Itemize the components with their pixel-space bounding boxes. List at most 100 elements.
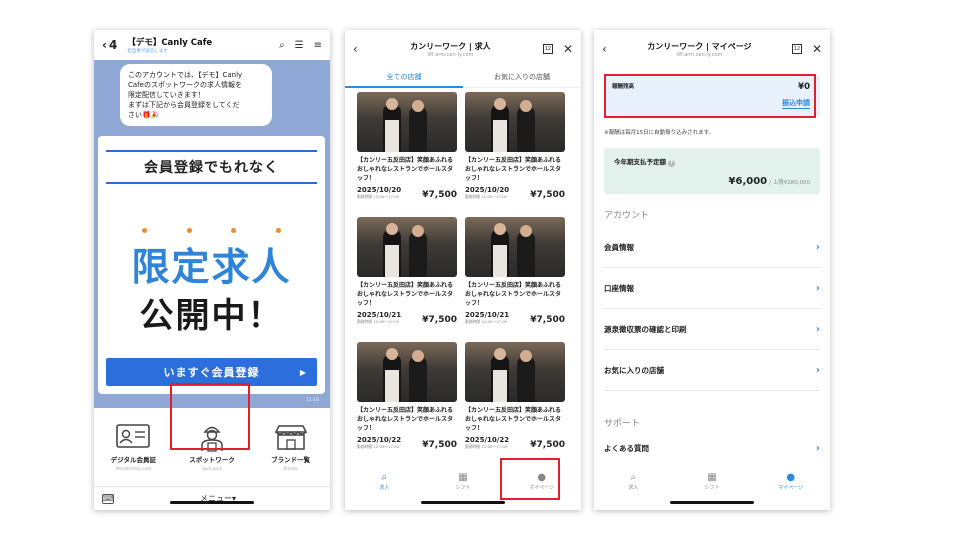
close-icon[interactable]: ✕ [812, 42, 822, 56]
job-card[interactable]: 【カンリー五反田店】笑顔あふれるおしゃれなレストランでホールスタッフ！ 2025… [357, 217, 457, 342]
list-item-favorite-stores[interactable]: お気に入りの店舗 › [604, 351, 820, 391]
chevron-right-icon: › [815, 442, 820, 454]
job-date: 2025/10/21 [465, 311, 510, 319]
home-indicator [670, 501, 754, 504]
message-bubble: このアカウントでは、【デモ】Canly Cafeのスポットワークの求人情報を 限… [120, 64, 272, 126]
nav-jobs[interactable]: ⌕ 求人 [345, 466, 424, 496]
close-icon[interactable]: ✕ [563, 42, 573, 56]
menu-sublabel: Spot work [201, 465, 223, 471]
webview-header: ‹ カンリーワーク | マイページ liff.arm.can-ly.com 12… [594, 30, 830, 68]
store-icon [274, 424, 308, 452]
promo-headline: 会員登録でもれなく [106, 150, 317, 184]
nav-label: シフト [704, 484, 720, 491]
promo-title: 限定求人 [131, 245, 292, 289]
menu-label: ブランド一覧 [271, 455, 311, 464]
message-line: Cafeのスポットワークの求人情報を [128, 81, 242, 89]
job-card[interactable]: 【カンリー五反田店】笑顔あふれるおしゃれなレストランでホールスタッフ！ 2025… [357, 342, 457, 467]
list-item-tax-slip[interactable]: 源泉徴収票の確認と印刷 › [604, 310, 820, 350]
list-item-member-info[interactable]: 会員情報 › [604, 228, 820, 268]
list-item-bank-info[interactable]: 口座情報 › [604, 269, 820, 309]
message-time: 11:16 [306, 398, 319, 403]
chevron-right-icon: › [815, 242, 820, 253]
job-card[interactable]: 【カンリー五反田店】笑顔あふれるおしゃれなレストランでホールスタッフ！ 2025… [465, 217, 565, 342]
chat-title: 【デモ】Canly Cafe [127, 38, 213, 48]
home-indicator [421, 501, 505, 504]
nav-label: シフト [455, 484, 471, 491]
job-grid: 【カンリー五反田店】笑顔あふれるおしゃれなレストランでホールスタッフ！ 2025… [357, 92, 569, 467]
chevron-right-icon: › [815, 324, 820, 335]
job-pay: ¥7,500 [422, 315, 457, 325]
tabs-icon[interactable]: 12 [791, 44, 802, 54]
message-line: まずは下記から会員登録をしてくだ [128, 101, 240, 109]
nav-label: マイページ [778, 484, 804, 491]
nav-shift[interactable]: ▦ シフト [424, 466, 503, 496]
nav-jobs[interactable]: ⌕ 求人 [594, 466, 673, 496]
chat-subtitle: 担当者が返信します [127, 49, 168, 54]
tab-favorite-stores[interactable]: お気に入りの店舗 [463, 68, 581, 88]
notes-icon[interactable]: ☰ [295, 40, 304, 51]
job-card[interactable]: 【カンリー五反田店】笑顔あふれるおしゃれなレストランでホールスタッフ！ 2025… [357, 92, 457, 217]
help-icon[interactable]: ? [668, 160, 675, 167]
page-title: カンリーワーク | マイページ [647, 41, 752, 51]
list-item-faq[interactable]: よくある質問 › [604, 436, 820, 460]
job-pay: ¥7,500 [422, 440, 457, 450]
list-item-label: お気に入りの店舗 [604, 366, 664, 375]
chat-header: ‹ 4 【デモ】Canly Cafe 担当者が返信します ⌕ ☰ ≡ [94, 30, 330, 60]
annual-limit: / 上限¥280,000 [769, 180, 810, 186]
job-date: 2025/10/20 [465, 186, 510, 194]
menu-icon[interactable]: ≡ [314, 40, 322, 51]
nav-label: 求人 [628, 484, 639, 491]
register-button-label: いますぐ会員登録 [163, 366, 260, 379]
job-pay: ¥7,500 [530, 440, 565, 450]
promo-card[interactable]: 会員登録でもれなく 限定求人 公開中！ いますぐ会員登録 ▶ [98, 136, 325, 394]
job-photo [357, 342, 457, 402]
unread-count: 4 [108, 38, 118, 52]
job-pay: ¥7,500 [530, 315, 565, 325]
tab-all-stores[interactable]: 全ての店舗 [345, 68, 463, 88]
message-line: このアカウントでは、【デモ】Canly [128, 71, 243, 79]
list-item-label: よくある質問 [604, 443, 649, 453]
register-button[interactable]: いますぐ会員登録 ▶ [106, 358, 317, 386]
tabs-icon[interactable]: 12 [542, 44, 553, 54]
job-pay: ¥7,500 [530, 190, 565, 200]
page-url: liff.arm.can-ly.com [427, 51, 474, 58]
mypage-screen: ‹ カンリーワーク | マイページ liff.arm.can-ly.com 12… [594, 30, 830, 510]
person-icon: ● [786, 471, 796, 483]
search-icon: ⌕ [630, 471, 637, 483]
nav-mypage[interactable]: ● マイページ [751, 466, 830, 496]
job-title: 【カンリー五反田店】笑顔あふれるおしゃれなレストランでホールスタッフ！ [357, 157, 454, 182]
job-card[interactable]: 【カンリー五反田店】笑顔あふれるおしゃれなレストランでホールスタッフ！ 2025… [465, 92, 565, 217]
message-line: 限定配信していきます！ [128, 91, 205, 99]
chat-bottom-bar: ⌨ メニュー▾ [94, 486, 330, 510]
section-support-heading: サポート [604, 419, 641, 429]
webview-header: ‹ カンリーワーク | 求人 liff.arm.can-ly.com 12 ✕ [345, 30, 581, 68]
screenshot-stage: ‹ 4 【デモ】Canly Cafe 担当者が返信します ⌕ ☰ ≡ このアカウ… [0, 0, 960, 540]
job-hours: 勤務時間 12:00〜17:00 [357, 319, 400, 324]
keyboard-icon[interactable]: ⌨ [102, 493, 115, 504]
nav-shift[interactable]: ▦ シフト [673, 466, 752, 496]
payout-note: ※報酬は毎月15日に自動振り込みされます。 [604, 130, 715, 136]
calendar-icon: ▦ [707, 471, 717, 483]
section-account-heading: アカウント [604, 211, 650, 221]
chevron-right-icon: › [815, 365, 820, 376]
menu-item-digital-card[interactable]: デジタル会員証 Membership card [94, 408, 173, 486]
calendar-icon: ▦ [458, 471, 468, 483]
annual-payment-card: 今年期支払予定額? ¥6,000 / 上限¥280,000 [604, 148, 820, 194]
chevron-right-icon: › [815, 283, 820, 294]
line-chat-screen: ‹ 4 【デモ】Canly Cafe 担当者が返信します ⌕ ☰ ≡ このアカウ… [94, 30, 330, 510]
search-icon: ⌕ [381, 471, 388, 483]
page-url: liff.arm.can-ly.com [676, 51, 723, 58]
job-title: 【カンリー五反田店】笑顔あふれるおしゃれなレストランでホールスタッフ！ [357, 282, 454, 307]
back-button[interactable]: ‹ 4 [102, 38, 117, 52]
chevron-left-icon: ‹ [102, 38, 107, 52]
chat-area[interactable]: このアカウントでは、【デモ】Canly Cafeのスポットワークの求人情報を 限… [94, 60, 330, 408]
job-photo [465, 92, 565, 152]
search-icon[interactable]: ⌕ [279, 40, 285, 51]
job-card[interactable]: 【カンリー五反田店】笑顔あふれるおしゃれなレストランでホールスタッフ！ 2025… [465, 342, 565, 467]
message-line: さい🎁🎉 [128, 111, 160, 119]
job-hours: 勤務時間 12:00〜17:00 [357, 444, 400, 449]
job-title: 【カンリー五反田店】笑顔あふれるおしゃれなレストランでホールスタッフ！ [357, 407, 454, 432]
menu-label: デジタル会員証 [110, 455, 157, 464]
promo-subtitle: 公開中！ [139, 296, 284, 336]
menu-item-brands[interactable]: ブランド一覧 Brands [251, 408, 330, 486]
